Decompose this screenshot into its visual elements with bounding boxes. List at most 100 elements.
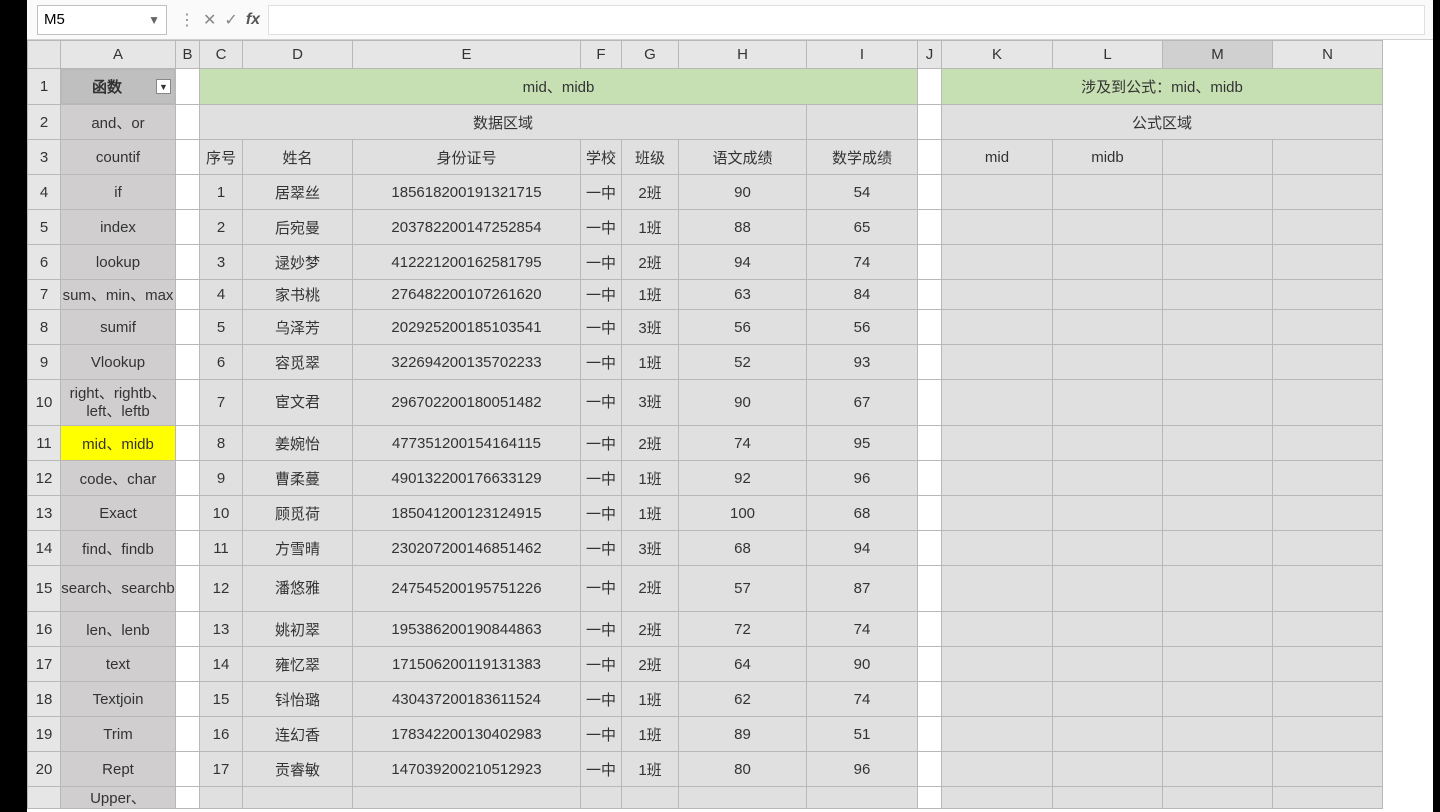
sidebar-item[interactable]: Rept [61,752,176,787]
cell-j13[interactable] [918,496,942,531]
formula-cell[interactable] [942,426,1053,461]
formula-header-2[interactable] [1163,140,1273,175]
cell-j5[interactable] [918,210,942,245]
formula-cell[interactable] [1163,345,1273,380]
cell-b7[interactable] [176,280,200,310]
table-cell[interactable]: 一中 [581,175,622,210]
sidebar-item[interactable]: len、lenb [61,612,176,647]
formula-cell[interactable] [942,175,1053,210]
formula-cell[interactable] [1053,717,1163,752]
sidebar-item[interactable]: index [61,210,176,245]
formula-cell[interactable] [1273,310,1383,345]
table-cell[interactable]: 一中 [581,717,622,752]
spreadsheet-grid[interactable]: ABCDEFGHIJKLMN1函数▼mid、midb涉及到公式：mid、midb… [27,40,1433,812]
row-header-9[interactable]: 9 [28,345,61,380]
table-cell[interactable]: 63 [679,280,807,310]
table-cell[interactable]: 1班 [622,682,679,717]
formula-cell[interactable] [942,345,1053,380]
table-cell[interactable]: 185618200191321715 [353,175,581,210]
cell-j17[interactable] [918,647,942,682]
cell-b17[interactable] [176,647,200,682]
table-cell[interactable]: 13 [200,612,243,647]
cell-b9[interactable] [176,345,200,380]
formula-cell[interactable] [1053,682,1163,717]
formula-cell[interactable] [942,380,1053,426]
cell-j15[interactable] [918,566,942,612]
formula-cell[interactable] [1163,380,1273,426]
table-cell[interactable]: 171506200119131383 [353,647,581,682]
row-header-12[interactable]: 12 [28,461,61,496]
column-header-J[interactable]: J [918,41,942,69]
formula-cell[interactable] [1163,280,1273,310]
sidebar-item[interactable]: search、searchb [61,566,176,612]
row-header-18[interactable]: 18 [28,682,61,717]
table-cell[interactable]: 72 [679,612,807,647]
table-cell[interactable]: 1班 [622,280,679,310]
sidebar-item[interactable]: Vlookup [61,345,176,380]
formula-cell[interactable] [1163,210,1273,245]
table-cell[interactable]: 14 [200,647,243,682]
table-cell[interactable]: 92 [679,461,807,496]
table-cell[interactable]: 贡睿敏 [243,752,353,787]
row-header-16[interactable]: 16 [28,612,61,647]
formula-cell[interactable] [1053,380,1163,426]
table-cell[interactable]: 54 [807,175,918,210]
cell-b11[interactable] [176,426,200,461]
formula-cell[interactable] [1053,612,1163,647]
table-cell[interactable]: 2 [200,210,243,245]
partial[interactable] [1053,787,1163,809]
fx-icon[interactable]: fx [246,11,260,29]
partial[interactable] [622,787,679,809]
table-cell[interactable]: 15 [200,682,243,717]
formula-cell[interactable] [942,496,1053,531]
select-all-corner[interactable] [28,41,61,69]
formula-cell[interactable] [1273,566,1383,612]
formula-cell[interactable] [1273,461,1383,496]
column-header-D[interactable]: D [243,41,353,69]
formula-cell[interactable] [1053,210,1163,245]
table-cell[interactable]: 一中 [581,210,622,245]
table-cell[interactable]: 顾觅荷 [243,496,353,531]
table-cell[interactable]: 一中 [581,531,622,566]
formula-cell[interactable] [1163,175,1273,210]
cell-b4[interactable] [176,175,200,210]
sidebar-item[interactable]: mid、midb [61,426,176,461]
table-cell[interactable]: 家书桃 [243,280,353,310]
column-header-L[interactable]: L [1053,41,1163,69]
cell-j12[interactable] [918,461,942,496]
cell-j18[interactable] [918,682,942,717]
cell-b12[interactable] [176,461,200,496]
table-cell[interactable]: 67 [807,380,918,426]
partial[interactable] [1163,787,1273,809]
formula-cell[interactable] [1273,175,1383,210]
table-cell[interactable]: 1班 [622,752,679,787]
cell-j1[interactable] [918,69,942,105]
table-cell[interactable]: 2班 [622,647,679,682]
table-cell[interactable]: 84 [807,280,918,310]
table-cell[interactable]: 姚初翠 [243,612,353,647]
cell-b10[interactable] [176,380,200,426]
table-cell[interactable]: 185041200123124915 [353,496,581,531]
table-cell[interactable]: 一中 [581,245,622,280]
sidebar-item[interactable]: Exact [61,496,176,531]
table-cell[interactable]: 96 [807,752,918,787]
table-cell[interactable]: 居翠丝 [243,175,353,210]
formula-cell[interactable] [1273,496,1383,531]
table-cell[interactable]: 17 [200,752,243,787]
table-cell[interactable]: 322694200135702233 [353,345,581,380]
cell-b8[interactable] [176,310,200,345]
partial[interactable] [807,787,918,809]
formula-cell[interactable] [1053,345,1163,380]
formula-cell[interactable] [1163,717,1273,752]
table-cell[interactable]: 93 [807,345,918,380]
formula-cell[interactable] [942,245,1053,280]
cell-b15[interactable] [176,566,200,612]
cell-j9[interactable] [918,345,942,380]
sidebar-item[interactable]: Textjoin [61,682,176,717]
name-box[interactable]: M5 ▼ [37,5,167,35]
check-icon[interactable]: ✓ [224,10,237,30]
sidebar-item[interactable]: right、rightb、left、leftb [61,380,176,426]
table-cell[interactable]: 90 [807,647,918,682]
table-cell[interactable]: 90 [679,380,807,426]
table-cell[interactable]: 178342200130402983 [353,717,581,752]
